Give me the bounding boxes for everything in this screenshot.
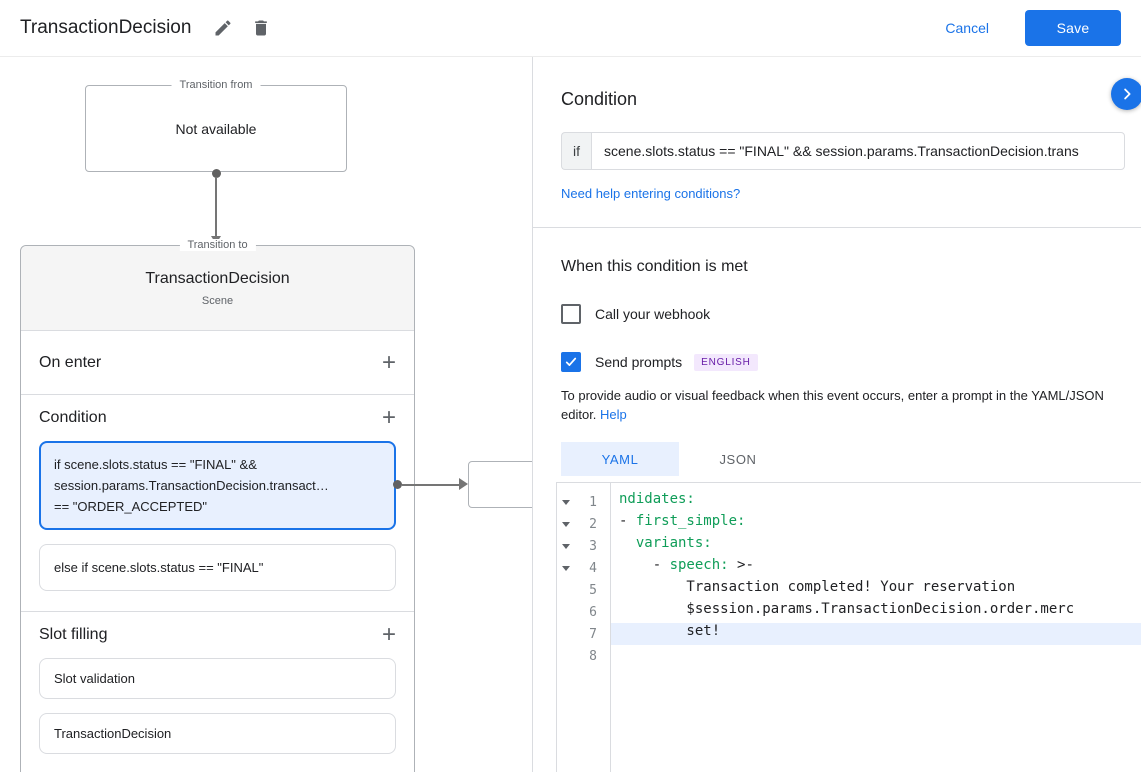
header: TransactionDecision Cancel Save: [0, 0, 1141, 57]
condition-section-header: Condition +: [21, 395, 414, 441]
language-badge: ENGLISH: [694, 353, 758, 371]
send-prompts-row: Send prompts ENGLISH: [561, 352, 1141, 372]
connector-line: [215, 177, 217, 237]
gutter-row: 8: [557, 645, 610, 667]
tab-yaml[interactable]: YAML: [561, 442, 679, 476]
pencil-icon: [213, 18, 233, 38]
code-line: Transaction completed! Your reservation: [619, 579, 1016, 595]
slot-filling-item[interactable]: TransactionDecision: [39, 713, 396, 754]
save-button[interactable]: Save: [1025, 10, 1121, 46]
transition-to-label: Transition to: [179, 239, 256, 251]
condition-help-link[interactable]: Need help entering conditions?: [561, 186, 740, 201]
trash-icon: [251, 18, 271, 38]
transition-from-label: Transition from: [171, 79, 261, 91]
add-slot-button[interactable]: +: [382, 623, 396, 647]
panel-title: Condition: [561, 89, 638, 109]
line-number: 2: [589, 516, 597, 532]
editor-gutter: 1 2 3 4 5 6 7 8: [557, 483, 611, 772]
condition-expression-row: if: [561, 132, 1125, 170]
prompts-description-text: To provide audio or visual feedback when…: [561, 388, 1104, 422]
line-number: 1: [589, 494, 597, 510]
code-line: - speech: >-: [619, 557, 754, 573]
transition-from-box: Transition from Not available: [85, 79, 347, 172]
gutter-row: 1: [557, 491, 610, 513]
code-line: set!: [611, 623, 1141, 645]
gutter-row: 6: [557, 601, 610, 623]
fold-toggle-icon[interactable]: [557, 521, 575, 527]
add-condition-button[interactable]: +: [382, 406, 396, 430]
line-number: 6: [589, 604, 597, 620]
call-webhook-label: Call your webhook: [595, 306, 711, 322]
on-enter-label: On enter: [39, 353, 102, 371]
gutter-row: 2: [557, 513, 610, 535]
condition-section-label: Condition: [39, 409, 107, 426]
code-line: - first_simple:: [619, 513, 746, 529]
scene-canvas: Transition from Not available Transition…: [0, 57, 533, 772]
tab-json[interactable]: JSON: [679, 442, 797, 476]
editor-code: ndidates: - first_simple: variants: - spe…: [611, 483, 1141, 772]
slot-item-list: Slot validation TransactionDecision: [21, 658, 414, 754]
code-line: ndidates:: [619, 491, 695, 507]
chevron-right-icon: [1118, 85, 1136, 103]
transition-from-content: Not available: [175, 120, 257, 137]
connector-arrowhead: [459, 478, 468, 490]
on-enter-row[interactable]: On enter +: [21, 331, 414, 395]
connector-dot: [393, 480, 402, 489]
delete-scene-button[interactable]: [247, 14, 275, 42]
scene-title: TransactionDecision: [145, 270, 290, 287]
panel-divider: [533, 227, 1141, 228]
condition-expression-input[interactable]: [591, 132, 1125, 170]
scene-card-header: TransactionDecision Scene: [21, 246, 414, 331]
condition-panel: Condition if Need help entering conditio…: [533, 57, 1141, 772]
slot-filling-section-label: Slot filling: [39, 626, 108, 643]
add-on-enter-button[interactable]: +: [382, 350, 396, 375]
page-title: TransactionDecision: [20, 17, 192, 38]
gutter-row: 3: [557, 535, 610, 557]
edit-title-button[interactable]: [209, 14, 237, 42]
line-number: 8: [589, 648, 597, 664]
fold-toggle-icon[interactable]: [557, 543, 575, 549]
fold-toggle-icon[interactable]: [557, 565, 575, 571]
slot-filling-item[interactable]: Slot validation: [39, 658, 396, 699]
webhook-row: Call your webhook: [561, 304, 1141, 324]
gutter-row: 5: [557, 579, 610, 601]
scene-subtitle: Scene: [201, 295, 234, 307]
checkmark-icon: [564, 355, 578, 369]
line-number: 5: [589, 582, 597, 598]
line-number: 4: [589, 560, 597, 576]
condition-item[interactable]: else if scene.slots.status == "FINAL": [39, 544, 396, 591]
send-prompts-checkbox[interactable]: [561, 352, 581, 372]
gutter-row: 4: [557, 557, 610, 579]
condition-item-list: if scene.slots.status == "FINAL" && sess…: [21, 441, 414, 591]
slot-filling-section-header: Slot filling +: [21, 612, 414, 658]
prompts-description: To provide audio or visual feedback when…: [561, 386, 1113, 424]
help-link[interactable]: Help: [600, 407, 627, 422]
code-line: variants:: [635, 535, 712, 551]
next-scene-node[interactable]: [468, 461, 532, 508]
if-label-chip: if: [561, 132, 591, 170]
connector-line: [402, 484, 459, 486]
line-number: 3: [589, 538, 597, 554]
fold-toggle-icon[interactable]: [557, 499, 575, 505]
transition-to-card: Transition to TransactionDecision Scene …: [20, 239, 415, 772]
editor-tabs: YAML JSON: [561, 442, 1141, 476]
slot-filling-section: Slot filling + Slot validation Transactio…: [21, 612, 414, 772]
send-prompts-label: Send prompts: [595, 354, 683, 370]
yaml-editor[interactable]: 1 2 3 4 5 6 7 8 ndidates: - first_simple: varian…: [556, 482, 1141, 772]
line-number: 7: [589, 626, 597, 642]
cancel-button[interactable]: Cancel: [945, 20, 989, 36]
condition-item-selected[interactable]: if scene.slots.status == "FINAL" && sess…: [39, 441, 396, 530]
call-webhook-checkbox[interactable]: [561, 304, 581, 324]
code-line: $session.params.TransactionDecision.orde…: [619, 601, 1075, 617]
gutter-row: 7: [557, 623, 610, 645]
when-condition-met-title: When this condition is met: [561, 258, 748, 275]
condition-section: Condition + if scene.slots.status == "FI…: [21, 395, 414, 612]
collapse-panel-button[interactable]: [1111, 78, 1141, 110]
